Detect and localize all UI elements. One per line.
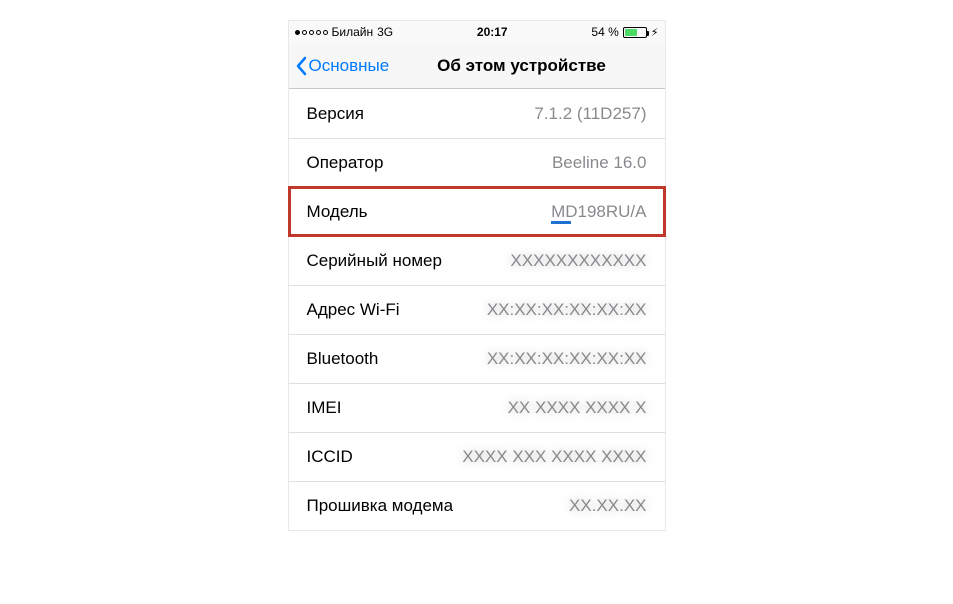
battery-percent: 54 %: [591, 25, 618, 39]
nav-bar: Доступно 1,1 ГБ Основные Об этом устройс…: [289, 43, 665, 89]
row-value-redacted: XX.XX.XX: [569, 496, 646, 516]
clock: 20:17: [477, 25, 508, 39]
carrier-label: Билайн: [332, 25, 374, 39]
row-bluetooth[interactable]: Bluetooth XX:XX:XX:XX:XX:XX: [289, 334, 665, 383]
row-label: IMEI: [307, 398, 342, 418]
row-label: Прошивка модема: [307, 496, 454, 516]
row-label: Модель: [307, 202, 368, 222]
row-label: Адрес Wi-Fi: [307, 300, 400, 320]
row-modem-firmware[interactable]: Прошивка модема XX.XX.XX: [289, 481, 665, 530]
row-wifi[interactable]: Адрес Wi-Fi XX:XX:XX:XX:XX:XX: [289, 285, 665, 334]
row-label: Bluetooth: [307, 349, 379, 369]
row-value: Beeline 16.0: [552, 153, 647, 173]
row-value-redacted: XX:XX:XX:XX:XX:XX: [487, 300, 647, 320]
settings-list: Версия 7.1.2 (11D257) Оператор Beeline 1…: [289, 89, 665, 530]
battery-icon: [623, 27, 647, 38]
row-carrier[interactable]: Оператор Beeline 16.0: [289, 138, 665, 187]
row-value-redacted: XX XXXX XXXX X: [508, 398, 647, 418]
back-button[interactable]: Основные: [289, 56, 390, 76]
network-label: 3G: [377, 25, 393, 39]
row-label: Версия: [307, 104, 364, 124]
row-value-redacted: XXXXXXXXXXXX: [510, 251, 646, 271]
row-imei[interactable]: IMEI XX XXXX XXXX X: [289, 383, 665, 432]
status-bar: Билайн 3G 20:17 54 % ⚡︎: [289, 21, 665, 43]
row-value: 7.1.2 (11D257): [534, 104, 646, 124]
signal-dots-icon: [295, 30, 328, 35]
back-label: Основные: [309, 56, 390, 76]
row-model[interactable]: Модель MD198RU/A: [289, 187, 665, 236]
phone-frame: Билайн 3G 20:17 54 % ⚡︎ Доступно 1,1 ГБ …: [288, 20, 666, 531]
row-version[interactable]: Версия 7.1.2 (11D257): [289, 89, 665, 138]
row-serial[interactable]: Серийный номер XXXXXXXXXXXX: [289, 236, 665, 285]
row-label: Оператор: [307, 153, 384, 173]
charging-icon: ⚡︎: [651, 26, 659, 39]
chevron-left-icon: [295, 56, 307, 76]
row-iccid[interactable]: ICCID XXXX XXX XXXX XXXX: [289, 432, 665, 481]
row-value-redacted: XXXX XXX XXXX XXXX: [462, 447, 646, 467]
row-value-redacted: XX:XX:XX:XX:XX:XX: [487, 349, 647, 369]
row-value: MD198RU/A: [551, 202, 646, 222]
row-label: ICCID: [307, 447, 353, 467]
row-label: Серийный номер: [307, 251, 442, 271]
